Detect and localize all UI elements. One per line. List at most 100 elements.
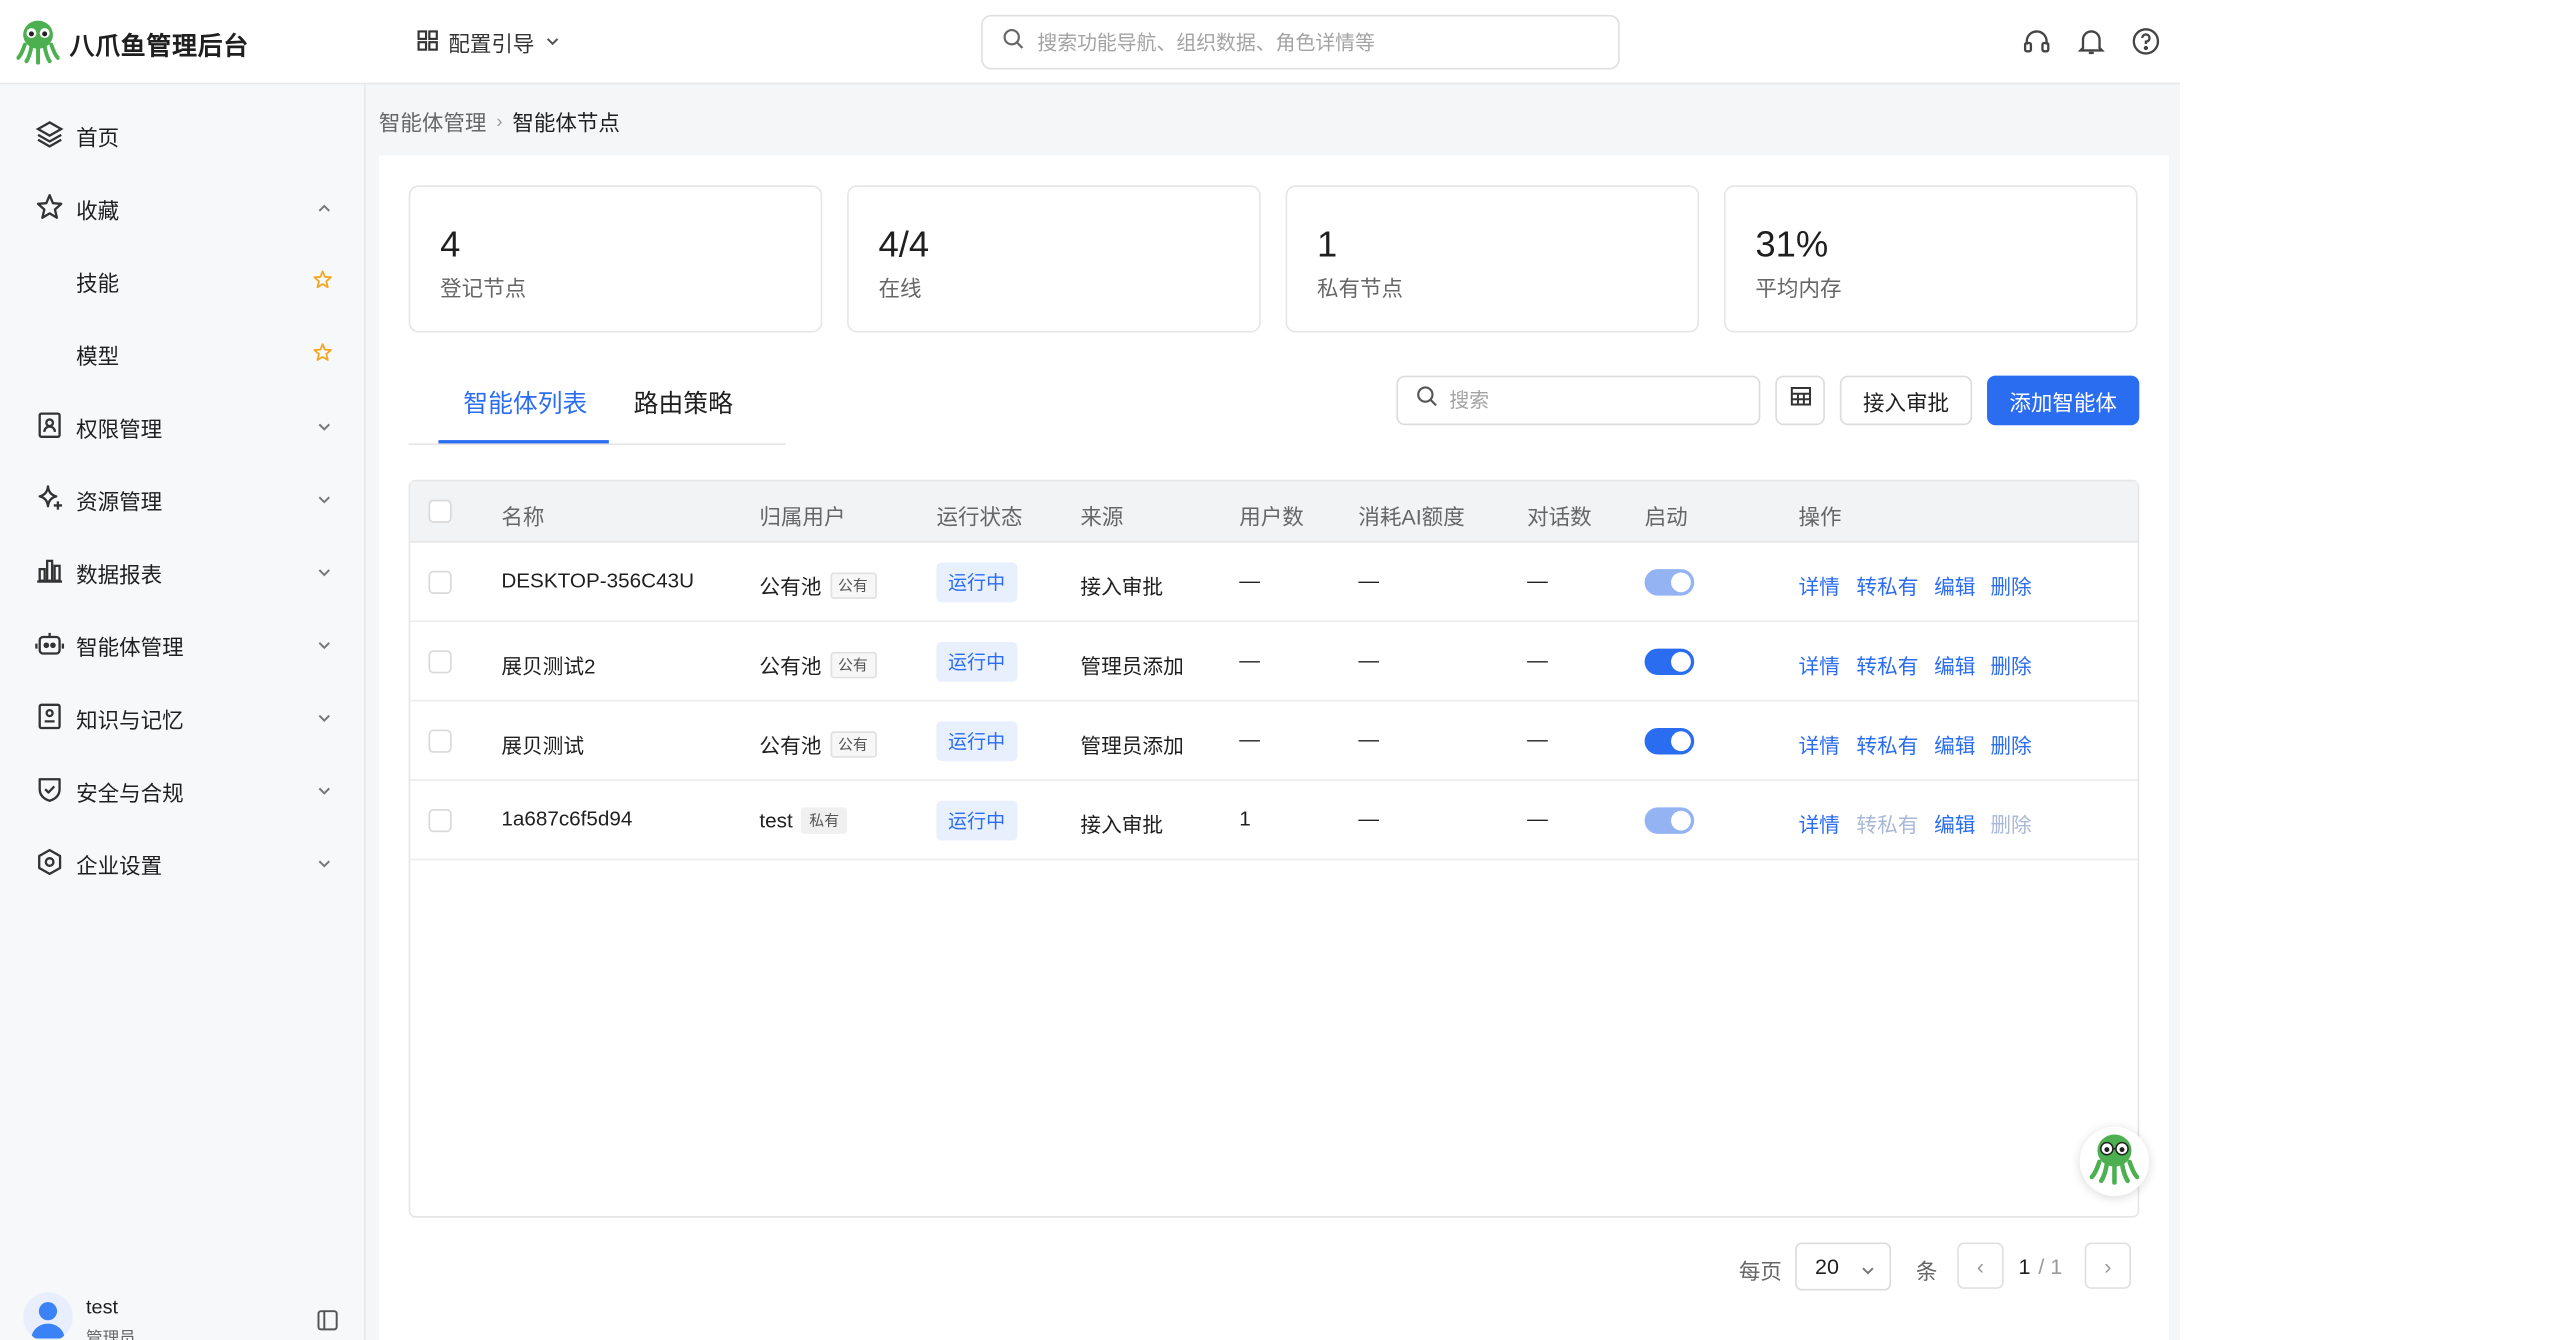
chat-count: —	[1527, 807, 1548, 831]
sidebar-item-favorites[interactable]: 收藏	[0, 170, 366, 243]
add-agent-button[interactable]: 添加智能体	[1987, 375, 2140, 426]
config-guide-menu[interactable]: 配置引导	[417, 26, 561, 57]
row-checkbox[interactable]	[428, 729, 452, 753]
table-row: DESKTOP-356C43U 公有池 公有 运行中 接入审批 — — — 详情…	[410, 543, 2138, 623]
stat-value: 4	[440, 223, 461, 265]
delete-link[interactable]: 删除	[1990, 569, 2031, 600]
enable-toggle[interactable]	[1644, 807, 1695, 834]
edit-link[interactable]: 编辑	[1934, 569, 1975, 600]
sidebar-item-skills[interactable]: 技能	[0, 243, 366, 316]
make-private-link[interactable]: 转私有	[1856, 569, 1918, 600]
next-page-button[interactable]: ›	[2084, 1242, 2131, 1289]
table-row: 展贝测试2 公有池 公有 运行中 管理员添加 — — — 详情 转私有 编辑 删…	[410, 622, 2138, 702]
sidebar-item-reports[interactable]: 数据报表	[0, 534, 366, 607]
column-header: 运行状态	[936, 504, 1023, 530]
status-badge: 运行中	[936, 800, 1017, 841]
tab-routing-policy[interactable]: 路由策略	[634, 385, 733, 420]
table-row: 展贝测试 公有池 公有 运行中 管理员添加 — — — 详情 转私有 编辑 删除	[410, 702, 2138, 781]
source: 管理员添加	[1080, 734, 1184, 758]
edit-link[interactable]: 编辑	[1934, 807, 1975, 838]
stat-value: 4/4	[878, 223, 930, 265]
book-icon	[35, 702, 65, 732]
star-filled-icon[interactable]	[313, 268, 333, 289]
user-profile[interactable]: test 管理员	[23, 1292, 354, 1340]
make-private-link: 转私有	[1856, 814, 1919, 838]
detail-link[interactable]: 详情	[1798, 649, 1839, 680]
sidebar-item-security[interactable]: 安全与合规	[0, 753, 366, 826]
layers-icon	[35, 119, 65, 149]
global-search-input[interactable]	[1037, 30, 1567, 54]
column-settings-button[interactable]	[1775, 375, 1825, 426]
agent-name: DESKTOP-356C43U	[501, 569, 695, 593]
global-search[interactable]	[981, 14, 1620, 70]
sidebar-item-knowledge[interactable]: 知识与记忆	[0, 680, 366, 753]
sidebar-item-agents[interactable]: 智能体管理	[0, 607, 366, 680]
make-private-link[interactable]: 转私有	[1856, 649, 1918, 680]
table-row: 1a687c6f5d94 test 私有 运行中 接入审批 1 — — 详情 转…	[410, 781, 2138, 861]
sidebar-item-enterprise-settings[interactable]: 企业设置	[0, 826, 366, 899]
agent-name: 展贝测试2	[501, 655, 596, 679]
sparkle-icon	[35, 483, 65, 513]
access-approval-button[interactable]: 接入审批	[1839, 375, 1973, 426]
detail-link[interactable]: 详情	[1798, 569, 1839, 600]
delete-link[interactable]: 删除	[1990, 728, 2031, 759]
star-filled-icon[interactable]	[313, 341, 333, 361]
sidebar-item-label: 首页	[76, 125, 120, 151]
chevron-down-icon	[314, 706, 334, 726]
user-count: —	[1239, 648, 1260, 672]
enable-toggle[interactable]	[1644, 569, 1695, 596]
chevron-down-icon	[314, 488, 334, 508]
sidebar-item-label: 智能体管理	[76, 635, 184, 661]
edit-link[interactable]: 编辑	[1934, 728, 1975, 759]
column-header: 消耗AI额度	[1358, 504, 1465, 530]
delete-link[interactable]: 删除	[1990, 649, 2031, 680]
source: 接入审批	[1080, 575, 1164, 599]
sidebar-collapse-icon[interactable]	[316, 1309, 339, 1332]
agent-search-input[interactable]	[1449, 388, 1731, 412]
chevron-down-icon	[1860, 1259, 1877, 1284]
agent-search[interactable]	[1396, 375, 1761, 426]
sidebar-item-home[interactable]: 首页	[0, 98, 366, 171]
total-pages: / 1	[2038, 1254, 2063, 1279]
sidebar-item-label: 资源管理	[76, 489, 163, 515]
ai-quota: —	[1358, 807, 1380, 831]
owner-cell: 公有池 公有	[759, 728, 877, 759]
make-private-link[interactable]: 转私有	[1856, 728, 1918, 759]
enable-toggle[interactable]	[1644, 727, 1695, 755]
tab-agent-list[interactable]: 智能体列表	[463, 385, 587, 420]
bar-chart-icon	[35, 556, 65, 586]
row-checkbox[interactable]	[428, 809, 452, 833]
per-page-unit: 条	[1915, 1259, 1938, 1284]
sidebar-item-models[interactable]: 模型	[0, 316, 366, 389]
star-outline-icon	[35, 192, 65, 222]
stat-card-memory: 31% 平均内存	[1723, 185, 2138, 333]
detail-link[interactable]: 详情	[1798, 728, 1839, 759]
assistant-bot-button[interactable]	[2079, 1126, 2150, 1197]
breadcrumb-parent[interactable]: 智能体管理	[379, 106, 487, 137]
headset-icon[interactable]	[2022, 26, 2052, 64]
per-page-select[interactable]: 20	[1795, 1242, 1892, 1291]
row-checkbox[interactable]	[428, 570, 452, 594]
per-page-label: 每页	[1738, 1259, 1782, 1284]
top-actions	[2022, 26, 2161, 64]
avatar	[23, 1292, 73, 1340]
row-checkbox[interactable]	[428, 650, 452, 674]
sidebar-item-resources[interactable]: 资源管理	[0, 462, 366, 535]
detail-link[interactable]: 详情	[1798, 807, 1839, 838]
prev-page-button[interactable]: ‹	[1957, 1242, 2004, 1289]
enable-toggle[interactable]	[1644, 648, 1695, 676]
bell-icon[interactable]	[2076, 26, 2106, 64]
sidebar-item-label: 收藏	[76, 198, 120, 224]
select-all-checkbox[interactable]	[428, 499, 452, 523]
source: 管理员添加	[1080, 655, 1184, 679]
sidebar-item-permissions[interactable]: 权限管理	[0, 389, 366, 462]
brand[interactable]: 八爪鱼管理后台	[16, 18, 249, 73]
toggle-knob	[1671, 651, 1691, 672]
tab-bar: 智能体列表 路由策略	[408, 369, 786, 446]
user-name: test	[86, 1295, 119, 1319]
octopus-logo-icon	[16, 18, 60, 73]
config-guide-label: 配置引导	[448, 31, 535, 57]
help-icon[interactable]	[2131, 26, 2161, 64]
edit-link[interactable]: 编辑	[1934, 649, 1975, 680]
id-card-icon	[35, 410, 65, 440]
